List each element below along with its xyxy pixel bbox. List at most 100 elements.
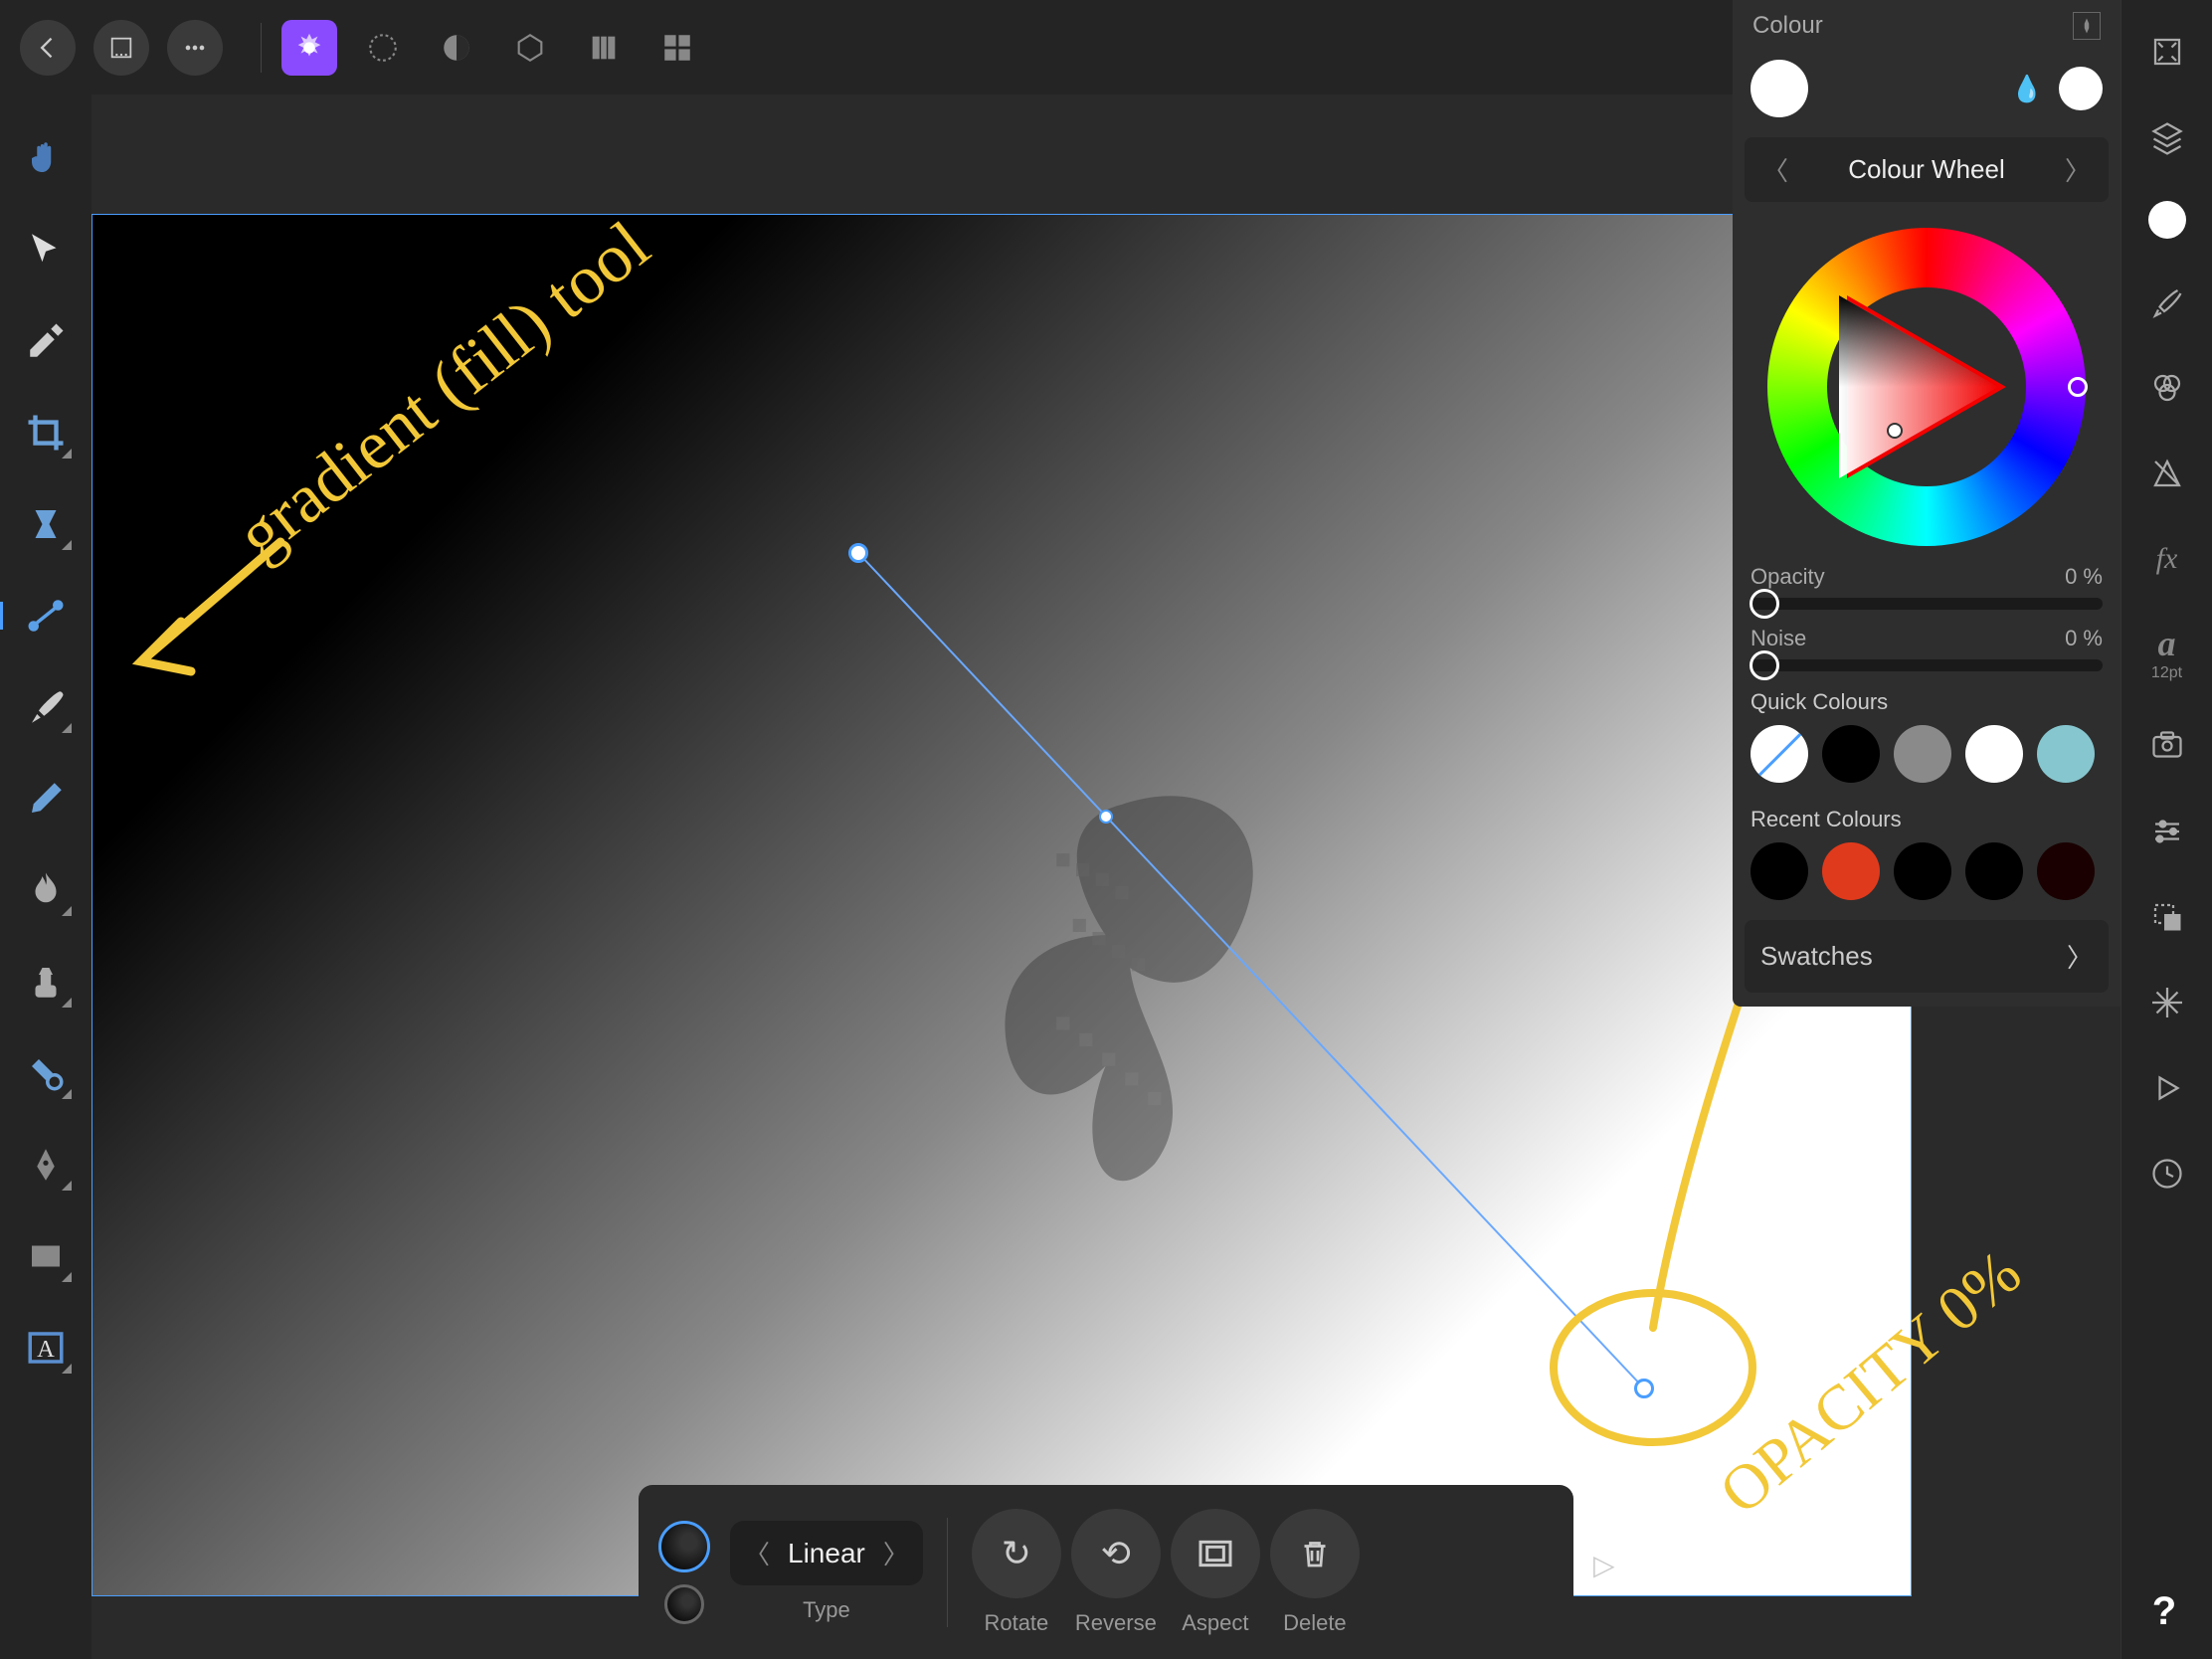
swatches-label: Swatches [1760,941,1873,972]
document-canvas[interactable] [92,214,1912,1596]
type-label: Type [803,1597,850,1623]
colour-panel: Colour 💧 〈 Colour Wheel 〉 [1733,0,2120,1007]
colour-mode-selector[interactable]: 〈 Colour Wheel 〉 [1745,137,2109,202]
brushes-studio-button[interactable] [2145,280,2189,324]
svg-text:A: A [37,1336,55,1363]
sliders-studio-button[interactable] [2145,810,2189,853]
back-button[interactable] [20,20,76,76]
selection-tool[interactable] [22,500,70,548]
reverse-button[interactable]: ⟲ [1071,1509,1161,1598]
pin-panel-button[interactable] [2073,12,2101,40]
recent-colours-row [1733,838,2120,914]
layers-studio-button[interactable] [2145,115,2189,159]
slices-persona-button[interactable] [649,20,705,76]
gradient-type-value: Linear [788,1538,865,1569]
butterfly-image [958,772,1286,1229]
navigator-studio-button[interactable] [2145,981,2189,1024]
noise-slider[interactable] [1751,659,2103,671]
context-toolbar: 〈 Linear 〉 Type ↻ Rotate ⟲ Reverse Aspec… [639,1485,1573,1659]
opacity-slider[interactable] [1751,598,2103,610]
separator [947,1518,948,1627]
gradient-type-selector[interactable]: 〈 Linear 〉 [730,1521,923,1585]
aspect-label: Aspect [1182,1610,1248,1636]
chevron-left-icon: 〈 [744,1535,770,1571]
develop-persona-button[interactable] [429,20,484,76]
expand-studio-button[interactable] [2145,30,2189,74]
swatches-button[interactable]: Swatches 〉 [1745,920,2109,993]
recent-colour[interactable] [1965,842,2023,900]
help-button[interactable]: ? [2136,1583,2192,1639]
fx-studio-button[interactable]: fx [2145,537,2189,581]
reverse-label: Reverse [1075,1610,1157,1636]
text-studio-button[interactable]: a 12pt [2145,623,2189,682]
gradient-end-handle[interactable] [1634,1379,1654,1398]
recent-colours-title: Recent Colours [1733,797,2120,838]
quick-colours-title: Quick Colours [1733,679,2120,721]
delete-button[interactable] [1270,1509,1360,1598]
rotate-label: Rotate [984,1610,1048,1636]
recent-colour[interactable] [1894,842,1951,900]
transform-studio-button[interactable] [2145,895,2189,939]
quick-colour-none[interactable] [1751,725,1808,783]
adjustments-studio-button[interactable] [2145,452,2189,495]
rotate-button[interactable]: ↻ [972,1509,1061,1598]
paint-brush-tool[interactable] [22,683,70,731]
move-tool[interactable] [22,226,70,274]
opacity-slider-thumb[interactable] [1750,589,1779,619]
next-mode-button[interactable]: 〉 [2057,151,2099,188]
export-persona-button[interactable] [576,20,632,76]
prev-mode-button[interactable]: 〈 [1754,151,1796,188]
noise-label: Noise [1751,626,1806,651]
recent-colour[interactable] [2037,842,2095,900]
hue-cursor[interactable] [2068,377,2088,397]
quick-colour-grey[interactable] [1894,725,1951,783]
sv-cursor[interactable] [1887,423,1903,439]
photo-persona-button[interactable] [281,20,337,76]
gradient-stop-primary[interactable] [658,1521,710,1572]
recent-colour[interactable] [1751,842,1808,900]
quick-colour-teal[interactable] [2037,725,2095,783]
chevron-right-icon: 〉 [883,1535,909,1571]
document-menu-button[interactable] [93,20,149,76]
rectangle-tool[interactable] [22,1232,70,1280]
noise-slider-thumb[interactable] [1750,650,1779,680]
recent-colour[interactable] [1822,842,1880,900]
aspect-button[interactable] [1171,1509,1260,1598]
gradient-start-handle[interactable] [848,543,868,563]
colour-mode-label: Colour Wheel [1848,154,2005,185]
primary-colour-swatch[interactable] [1751,60,1808,117]
colour-wheel[interactable] [1767,228,2086,546]
quick-colour-white[interactable] [1965,725,2023,783]
quick-colour-black[interactable] [1822,725,1880,783]
hand-tool[interactable] [22,134,70,182]
gradient-tool[interactable] [22,592,70,640]
colour-panel-title: Colour [1752,12,1823,40]
left-toolbar: A [0,94,92,1659]
opacity-label: Opacity [1751,564,1825,590]
pen-tool[interactable] [22,1141,70,1189]
channels-studio-button[interactable] [2145,366,2189,410]
burn-tool[interactable] [22,866,70,914]
text-size-label: 12pt [2145,664,2189,682]
clone-tool[interactable] [22,958,70,1006]
quick-colours-row [1733,721,2120,797]
gradient-mid-handle[interactable] [1099,810,1113,824]
secondary-colour-swatch[interactable] [2059,67,2103,110]
healing-tool[interactable] [22,1049,70,1097]
pencil-tool[interactable] [22,775,70,823]
macro-play-button[interactable] [2145,1066,2189,1110]
crop-tool[interactable] [22,409,70,457]
right-studio-bar: fx a 12pt [2120,0,2212,1659]
tone-map-persona-button[interactable] [502,20,558,76]
gradient-stop-secondary[interactable] [664,1584,704,1624]
colour-studio-button[interactable] [2148,201,2186,239]
liquify-persona-button[interactable] [355,20,411,76]
color-picker-tool[interactable] [22,317,70,365]
eyedropper-button[interactable]: 💧 [2011,74,2043,104]
opacity-value: 0 % [2065,564,2103,590]
text-tool[interactable]: A [22,1324,70,1372]
more-menu-button[interactable] [167,20,223,76]
chevron-right-icon: 〉 [2067,938,2093,975]
history-studio-button[interactable] [2145,1152,2189,1196]
stock-studio-button[interactable] [2145,724,2189,768]
